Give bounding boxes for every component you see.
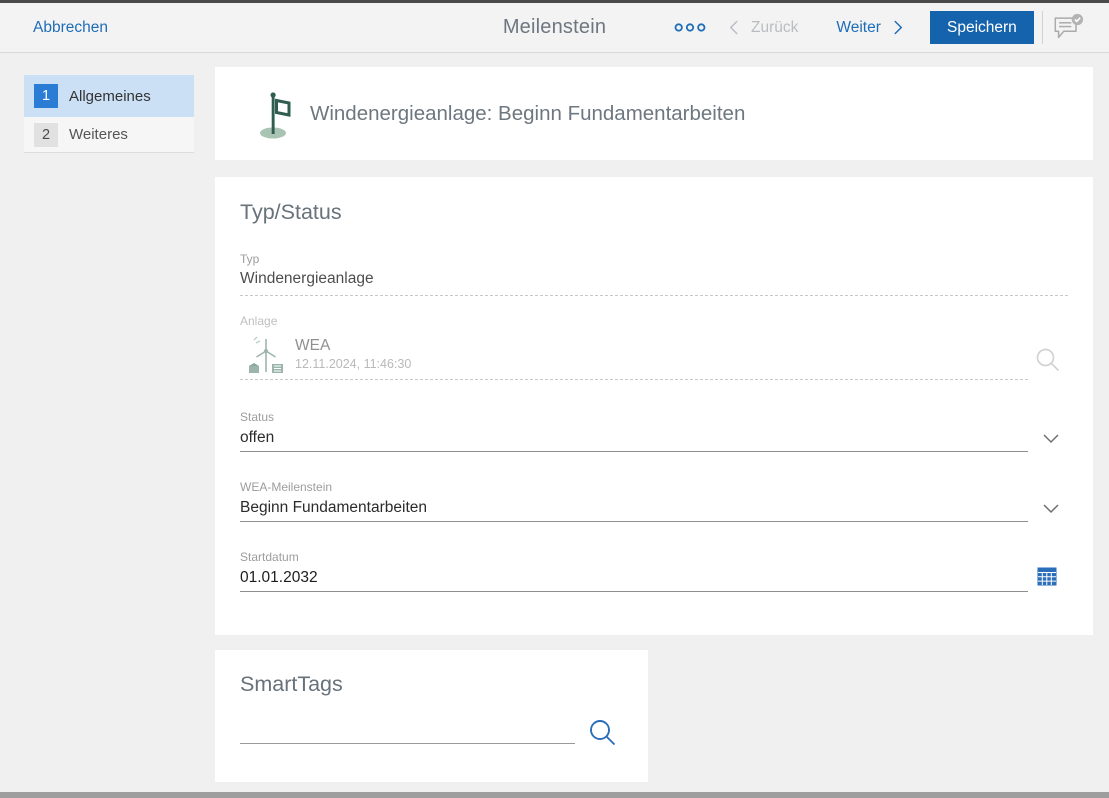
step-number-badge: 1 [34, 84, 58, 108]
typ-status-section: Typ/Status Typ Windenergieanlage Anlage … [215, 177, 1093, 635]
more-options-button[interactable] [674, 22, 706, 34]
comments-button[interactable] [1052, 13, 1084, 42]
anlage-timestamp: 12.11.2024, 11:46:30 [295, 357, 412, 371]
topbar-divider [1041, 11, 1043, 44]
wea-meilenstein-chevron-down-icon[interactable] [1043, 504, 1059, 514]
wind-turbine-icon [249, 336, 283, 373]
topbar-actions: Zurück Weiter Speichern [674, 3, 1084, 52]
anlage-value: WEA [295, 337, 331, 354]
typ-field-label: Typ [240, 252, 260, 266]
save-button[interactable]: Speichern [929, 11, 1034, 44]
smarttags-input[interactable] [240, 712, 575, 744]
milestone-flag-icon [260, 92, 291, 139]
sidebar-item-label: Weiteres [69, 126, 128, 143]
calendar-icon[interactable] [1037, 567, 1057, 586]
sidebar-item-weiteres[interactable]: 2 Weiteres [24, 117, 194, 153]
anlage-field-label: Anlage [240, 314, 278, 328]
anlage-search-icon [1036, 348, 1060, 372]
section-title-smarttags: SmartTags [240, 672, 343, 696]
next-button[interactable]: Weiter [836, 19, 904, 37]
section-title-typ-status: Typ/Status [240, 200, 342, 224]
sidebar-item-allgemeines[interactable]: 1 Allgemeines [24, 75, 194, 117]
smarttags-section: SmartTags [215, 650, 648, 782]
step-sidebar: 1 Allgemeines 2 Weiteres [24, 75, 194, 153]
topbar: Abbrechen Meilenstein Zurück Weiter Spei… [0, 3, 1109, 53]
anlage-field-underline [240, 379, 1028, 380]
status-chevron-down-icon[interactable] [1043, 434, 1059, 444]
wea-meilenstein-select[interactable] [240, 495, 1028, 522]
typ-field-value: Windenergieanlage [240, 270, 374, 287]
sidebar-item-label: Allgemeines [69, 87, 151, 105]
next-label: Weiter [836, 18, 881, 36]
window-bottom-border [0, 792, 1109, 798]
typ-field-underline [240, 295, 1068, 296]
chevron-left-icon [729, 20, 738, 35]
step-number-badge: 2 [34, 122, 58, 147]
three-dots-icon [674, 23, 706, 32]
chevron-right-icon [894, 20, 903, 35]
startdatum-input[interactable] [240, 565, 1028, 592]
cancel-button[interactable]: Abbrechen [33, 3, 108, 52]
record-header-card: Windenergieanlage: Beginn Fundamentarbei… [215, 67, 1093, 160]
status-select[interactable] [240, 425, 1028, 452]
smarttags-search-icon[interactable] [588, 718, 617, 747]
wea-meilenstein-field-label: WEA-Meilenstein [240, 480, 333, 494]
record-title: Windenergieanlage: Beginn Fundamentarbei… [310, 101, 746, 125]
status-field-label: Status [240, 410, 275, 424]
back-button[interactable]: Zurück [728, 19, 798, 37]
startdatum-field-label: Startdatum [240, 550, 299, 564]
comment-check-icon [1054, 13, 1083, 39]
back-label: Zurück [751, 18, 799, 36]
